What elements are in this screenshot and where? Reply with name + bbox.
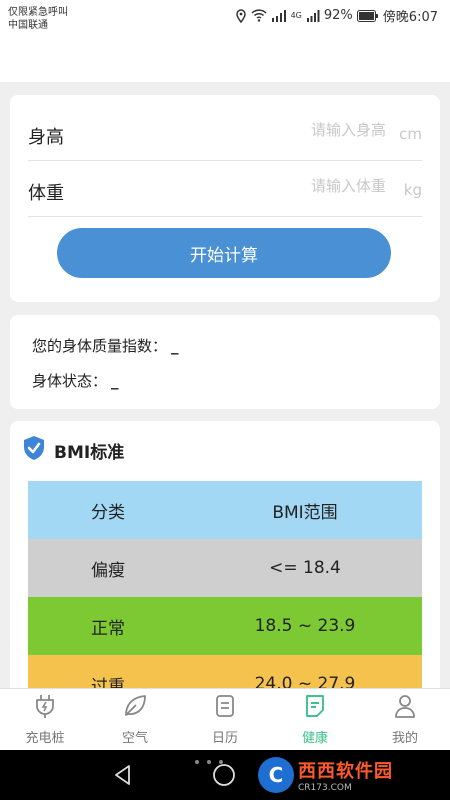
system-nav-bar: C 西西软件园 CR173.COM — [0, 750, 450, 800]
height-row: 身高 cm — [28, 105, 422, 161]
site-watermark: C 西西软件园 CR173.COM — [258, 756, 428, 794]
status-result-value: _ — [111, 372, 119, 390]
bmi-result-line: 您的身体质量指数： _ — [32, 335, 179, 356]
bmi-range-cell: 18.5 ~ 23.9 — [254, 616, 356, 636]
bmi-table-row: 偏瘦 <= 18.4 — [28, 539, 422, 597]
person-icon — [392, 693, 418, 723]
battery-percent: 92% — [323, 8, 353, 23]
tab-mine[interactable]: 我的 — [360, 689, 450, 750]
height-label: 身高 — [28, 127, 64, 148]
leaf-icon — [122, 693, 148, 723]
tab-label: 充电桩 — [25, 731, 65, 746]
watermark-logo: C — [258, 757, 294, 793]
status-time: 傍晚6:07 — [382, 10, 438, 25]
bmi-header-category: 分类 — [91, 502, 125, 523]
location-icon — [235, 8, 247, 23]
calculate-button[interactable]: 开始计算 — [57, 228, 391, 278]
status-result-label: 身体状态： — [32, 372, 108, 390]
bmi-header-range: BMI范围 — [272, 502, 338, 523]
bottom-tab-bar: 充电桩 空气 日历 健康 我的 — [0, 688, 450, 750]
bmi-standard-title: BMI标准 — [54, 442, 125, 463]
weight-row: 体重 kg — [28, 161, 422, 217]
home-circle-icon[interactable] — [212, 763, 236, 791]
height-unit: cm — [399, 125, 422, 143]
calendar-note-icon — [212, 693, 238, 723]
status-bar: 仅限紧急呼叫 中国联通 4G 92% 傍晚6:07 — [0, 0, 450, 32]
signal-icon-2 — [306, 9, 320, 22]
battery-icon — [356, 9, 379, 22]
tab-label: 日历 — [211, 731, 238, 746]
tab-air[interactable]: 空气 — [90, 689, 180, 750]
network-type: 4G — [290, 11, 302, 20]
carrier-name: 中国联通 — [8, 20, 48, 31]
shield-check-icon — [22, 435, 46, 465]
weight-label: 体重 — [28, 183, 64, 204]
weight-input[interactable] — [206, 177, 386, 195]
tab-health[interactable]: 健康 — [270, 689, 360, 750]
back-triangle-icon[interactable] — [112, 764, 134, 790]
tab-label: 健康 — [301, 731, 328, 746]
bmi-result-value: _ — [171, 337, 179, 355]
weight-unit: kg — [403, 181, 422, 199]
bmi-category-cell: 偏瘦 — [91, 560, 125, 581]
bmi-category-cell: 正常 — [91, 618, 125, 639]
watermark-title: 西西软件园 — [298, 761, 393, 782]
tab-label: 空气 — [121, 731, 148, 746]
app-header-area — [0, 32, 450, 82]
bmi-range-cell: <= 18.4 — [269, 558, 341, 578]
tab-label: 我的 — [391, 731, 418, 746]
tab-charging[interactable]: 充电桩 — [0, 689, 90, 750]
bmi-table-header: 分类 BMI范围 — [28, 481, 422, 539]
bmi-standard-card: BMI标准 分类 BMI范围 偏瘦 <= 18.4 正常 18.5 ~ 23.9… — [10, 421, 440, 721]
bmi-table-row: 正常 18.5 ~ 23.9 — [28, 597, 422, 655]
health-note-icon — [302, 693, 328, 723]
status-result-line: 身体状态： _ — [32, 370, 119, 391]
charging-plug-icon — [32, 693, 58, 723]
result-card: 您的身体质量指数： _ 身体状态： _ — [10, 315, 440, 409]
height-input[interactable] — [206, 121, 386, 139]
bmi-standard-header: BMI标准 — [22, 435, 124, 465]
wifi-icon — [251, 9, 267, 22]
bmi-result-label: 您的身体质量指数： — [32, 337, 168, 355]
tab-calendar[interactable]: 日历 — [180, 689, 270, 750]
bmi-standard-table: 分类 BMI范围 偏瘦 <= 18.4 正常 18.5 ~ 23.9 过重 24… — [28, 481, 422, 713]
signal-icon — [271, 9, 287, 22]
watermark-url: CR173.COM — [298, 783, 352, 793]
bmi-input-card: 身高 cm 体重 kg 开始计算 — [10, 95, 440, 302]
status-icons: 4G 92% 傍晚6:07 — [235, 6, 438, 25]
